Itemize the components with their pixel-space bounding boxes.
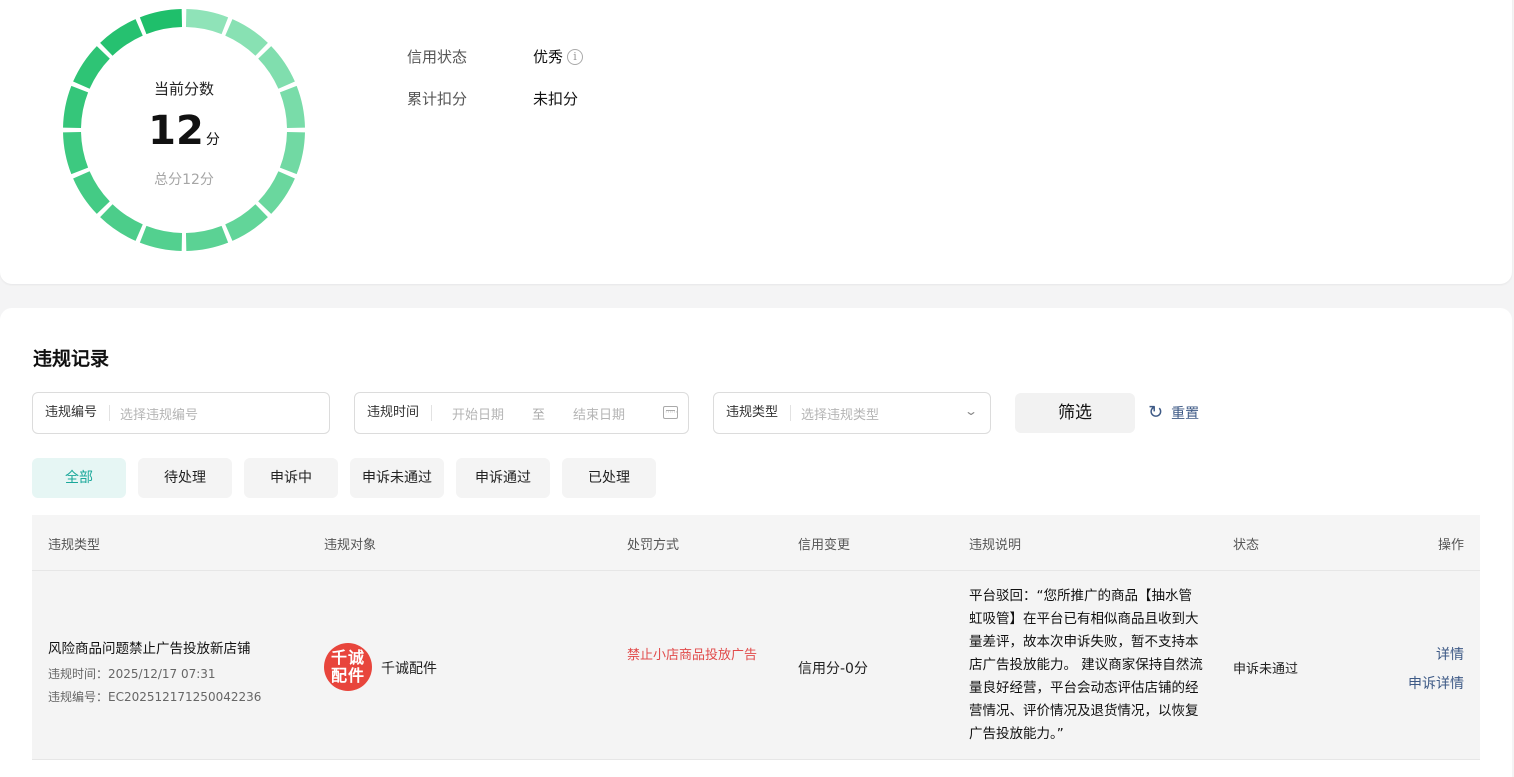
deduction-label: 累计扣分 bbox=[407, 90, 468, 108]
tab-appeal-approved[interactable]: 申诉通过 bbox=[456, 458, 550, 498]
info-icon[interactable]: i bbox=[567, 49, 584, 65]
violation-time-label: 违规时间 bbox=[355, 405, 433, 421]
score-label: 当前分数 bbox=[153, 80, 214, 98]
status-text: 申诉未通过 bbox=[1233, 662, 1299, 677]
appeal-detail-link[interactable]: 申诉详情 bbox=[1408, 670, 1464, 699]
filter-button[interactable]: 筛选 bbox=[1015, 393, 1135, 433]
tab-appealing[interactable]: 申诉中 bbox=[244, 458, 338, 498]
credit-status-label: 信用状态 bbox=[407, 48, 468, 66]
section-title: 违规记录 bbox=[33, 348, 110, 370]
header-violation-type: 违规类型 bbox=[48, 538, 101, 553]
tab-all[interactable]: 全部 bbox=[32, 458, 126, 498]
violation-type-text: 风险商品问题禁止广告投放新店铺 bbox=[48, 641, 251, 657]
header-actions: 操作 bbox=[1437, 538, 1464, 553]
score-number: 12 bbox=[148, 108, 204, 154]
violation-type-cell: 风险商品问题禁止广告投放新店铺 违规时间：2025/12/17 07:31 违规… bbox=[48, 637, 261, 705]
tab-appeal-rejected[interactable]: 申诉未通过 bbox=[350, 458, 444, 498]
violation-id-input[interactable]: 选择违规编号 bbox=[110, 404, 198, 423]
table-header: 违规类型 违规对象 处罚方式 信用变更 违规说明 状态 操作 bbox=[32, 515, 1480, 570]
date-range-separator: 至 bbox=[532, 407, 546, 423]
reset-button[interactable]: ↻ 重置 bbox=[1148, 403, 1199, 423]
refresh-icon: ↻ bbox=[1148, 402, 1164, 423]
reset-label: 重置 bbox=[1171, 406, 1200, 422]
score-center: 当前分数 12 分 总分12分 bbox=[60, 6, 308, 254]
header-penalty: 处罚方式 bbox=[627, 538, 680, 553]
violation-records-card: 违规记录 违规编号 选择违规编号 违规时间 开始日期 至 结束日期 违规类型 选… bbox=[0, 308, 1512, 777]
shop-logo: 千诚 配件 bbox=[324, 643, 372, 691]
shop-name: 千诚配件 bbox=[381, 661, 437, 677]
violation-type-label: 违规类型 bbox=[714, 405, 792, 421]
row-actions: 详情 申诉详情 bbox=[1408, 641, 1464, 699]
start-date-input[interactable]: 开始日期 bbox=[452, 404, 504, 423]
header-credit-change: 信用变更 bbox=[798, 538, 851, 553]
header-description: 违规说明 bbox=[969, 538, 1022, 553]
violation-time-text: 违规时间：2025/12/17 07:31 bbox=[48, 667, 216, 681]
deduction-row: 累计扣分 未扣分 bbox=[407, 88, 578, 109]
score-value: 12 分 bbox=[60, 106, 308, 165]
penalty-text: 禁止小店商品投放广告 bbox=[627, 648, 758, 663]
violation-id-label: 违规编号 bbox=[33, 405, 111, 421]
tab-processed[interactable]: 已处理 bbox=[562, 458, 656, 498]
violation-type-filter[interactable]: 违规类型 选择违规类型 ⌄ bbox=[713, 392, 991, 434]
score-unit: 分 bbox=[205, 132, 220, 148]
credit-status-row: 信用状态 优秀 i bbox=[407, 46, 584, 67]
violation-type-select[interactable]: 选择违规类型 bbox=[791, 404, 879, 423]
table-row: 风险商品问题禁止广告投放新店铺 违规时间：2025/12/17 07:31 违规… bbox=[32, 570, 1480, 760]
header-violation-target: 违规对象 bbox=[324, 538, 377, 553]
violation-description: 平台驳回：“您所推广的商品【抽水管虹吸管】在平台已有相似商品且收到大量差评，故本… bbox=[969, 588, 1203, 742]
credit-change-text: 信用分-0分 bbox=[798, 661, 868, 677]
chevron-down-icon[interactable]: ⌄ bbox=[964, 404, 978, 418]
violation-code-text: 违规编号：EC202512171250042236 bbox=[48, 690, 262, 704]
deduction-value: 未扣分 bbox=[533, 90, 579, 108]
violation-time-filter[interactable]: 违规时间 开始日期 至 结束日期 bbox=[354, 392, 689, 434]
end-date-input[interactable]: 结束日期 bbox=[573, 404, 625, 423]
calendar-icon[interactable] bbox=[663, 406, 678, 419]
violation-id-filter[interactable]: 违规编号 选择违规编号 bbox=[32, 392, 330, 434]
detail-link[interactable]: 详情 bbox=[1408, 641, 1464, 670]
score-total: 总分12分 bbox=[154, 172, 214, 188]
tab-pending[interactable]: 待处理 bbox=[138, 458, 232, 498]
header-status: 状态 bbox=[1233, 538, 1260, 553]
credit-status-value: 优秀 bbox=[533, 48, 564, 66]
